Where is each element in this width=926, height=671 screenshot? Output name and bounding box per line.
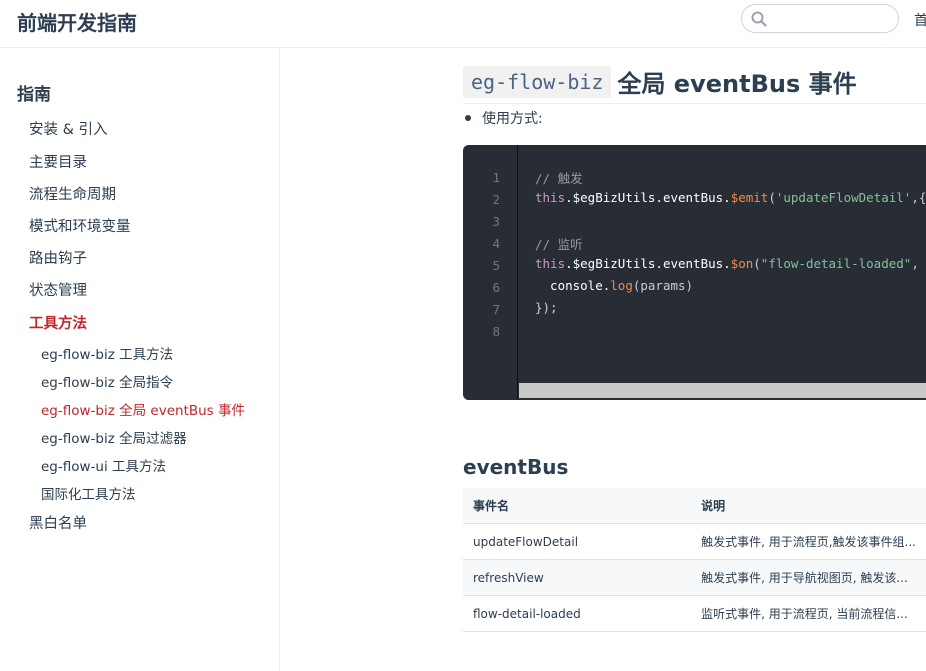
title-divider [463, 103, 926, 104]
line-number: 7 [492, 302, 500, 317]
table-row: refreshView 触发式事件, 用于导航视图页, 触发该... [463, 559, 926, 596]
search-input[interactable] [741, 4, 899, 33]
table-cell-event-name: flow-detail-loaded [463, 595, 692, 632]
table-cell-description: 监听式事件, 用于流程页, 当前流程信... [691, 595, 926, 632]
usage-text: 使用方式: [482, 111, 543, 127]
sidebar-subitem-i18n-utils[interactable]: 国际化工具方法 [41, 483, 136, 503]
sidebar-subitem-biz-utils[interactable]: eg-flow-biz 工具方法 [41, 343, 173, 363]
navbar: 前端开发指南 首 [0, 0, 926, 48]
usage-bullet: 使用方式: [465, 108, 543, 128]
table-cell-description: 触发式事件, 用于流程页,触发该事件组... [691, 523, 926, 560]
code-line: }); [535, 300, 558, 315]
sidebar-item-directory[interactable]: 主要目录 [29, 151, 87, 172]
table-header-row: 事件名 说明 [463, 488, 926, 524]
sidebar-item-blackwhite[interactable]: 黑白名单 [29, 512, 87, 533]
line-number-gutter: 1 2 3 4 5 6 7 8 [463, 145, 518, 400]
code-line: this.$egBizUtils.eventBus.$on("flow-deta… [535, 256, 919, 271]
table-cell-description: 触发式事件, 用于导航视图页, 触发该... [691, 559, 926, 596]
page-title-text: 全局 eventBus 事件 [617, 70, 857, 98]
table-row: updateFlowDetail 触发式事件, 用于流程页,触发该事件组... [463, 523, 926, 560]
sidebar-item-install[interactable]: 安装 & 引入 [29, 118, 108, 139]
sidebar-subitem-biz-eventbus[interactable]: eg-flow-biz 全局 eventBus 事件 [41, 399, 245, 419]
table-row: flow-detail-loaded 监听式事件, 用于流程页, 当前流程信..… [463, 595, 926, 632]
page-title: eg-flow-biz 全局 eventBus 事件 [463, 64, 857, 104]
line-number: 1 [492, 170, 500, 185]
sidebar-item-utils[interactable]: 工具方法 [29, 312, 87, 333]
table-cell-event-name: refreshView [463, 559, 692, 596]
sidebar-subitem-biz-filters[interactable]: eg-flow-biz 全局过滤器 [41, 427, 187, 447]
bullet-dot-icon [465, 115, 471, 121]
sidebar-item-state[interactable]: 状态管理 [29, 279, 87, 300]
site-name[interactable]: 前端开发指南 [17, 7, 137, 36]
eventbus-table: 事件名 说明 updateFlowDetail 触发式事件, 用于流程页,触发该… [463, 488, 926, 632]
sidebar-heading[interactable]: 指南 [17, 80, 51, 105]
sidebar-item-route-hooks[interactable]: 路由钩子 [29, 247, 87, 268]
code-line: console.log(params) [535, 278, 694, 293]
code-line: this.$egBizUtils.eventBus.$emit('updateF… [535, 190, 926, 205]
table-cell-event-name: updateFlowDetail [463, 523, 692, 560]
sidebar-subitem-biz-directives[interactable]: eg-flow-biz 全局指令 [41, 371, 173, 391]
code-line: // 监听 [535, 237, 583, 252]
line-number: 5 [492, 258, 500, 273]
page-title-code: eg-flow-biz [463, 65, 612, 98]
code-line: // 触发 [535, 171, 583, 186]
line-number: 8 [492, 324, 500, 339]
horizontal-scrollbar[interactable] [519, 383, 926, 398]
sidebar-item-lifecycle[interactable]: 流程生命周期 [29, 183, 116, 204]
line-number: 2 [492, 192, 500, 207]
nav-link-home[interactable]: 首 [914, 10, 926, 30]
code-block[interactable]: 1 2 3 4 5 6 7 8 // 触发 this.$egBizUtils.e… [463, 145, 926, 400]
table-header: 说明 [691, 488, 926, 524]
search-icon [751, 11, 767, 27]
table-header: 事件名 [463, 488, 692, 524]
sidebar-subitem-ui-utils[interactable]: eg-flow-ui 工具方法 [41, 455, 166, 475]
sidebar: 指南 安装 & 引入 主要目录 流程生命周期 模式和环境变量 路由钩子 状态管理… [0, 48, 280, 671]
line-number: 6 [492, 280, 500, 295]
line-number: 3 [492, 214, 500, 229]
section-title: eventBus [463, 455, 569, 479]
line-number: 4 [492, 236, 500, 251]
sidebar-item-modes-env[interactable]: 模式和环境变量 [29, 215, 131, 236]
